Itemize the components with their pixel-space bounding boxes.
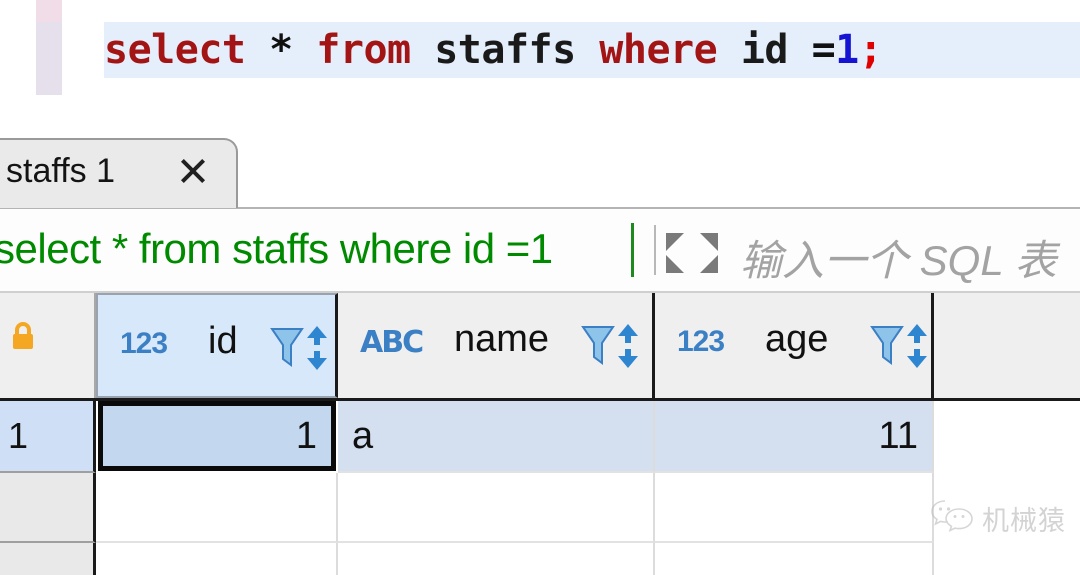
result-tab-strip: staffs 1 bbox=[0, 110, 1080, 220]
result-tab-staffs[interactable]: staffs 1 bbox=[0, 138, 238, 208]
column-header-name[interactable]: ABC name bbox=[338, 293, 655, 398]
cell-id[interactable] bbox=[96, 473, 338, 543]
sql-operator-equals: = bbox=[811, 27, 836, 73]
lock-icon bbox=[10, 321, 36, 351]
sql-table-name: staffs bbox=[434, 27, 576, 73]
cell-name[interactable]: a bbox=[338, 401, 655, 473]
editor-gutter-strip-previous bbox=[36, 0, 62, 22]
filter-query-text[interactable]: select * from staffs where id =1 bbox=[0, 225, 553, 273]
column-header-id[interactable]: 123 id bbox=[96, 293, 338, 398]
sql-filter-bar[interactable]: select * from staffs where id =1 输入一个 SQ… bbox=[0, 209, 1080, 293]
sort-updown-icon[interactable] bbox=[904, 323, 930, 369]
sql-literal-value: 1 bbox=[835, 27, 859, 73]
sql-keyword-where: where bbox=[599, 27, 718, 73]
cell-age[interactable]: 11 bbox=[655, 401, 934, 473]
row-number-header[interactable]: 1 bbox=[0, 401, 96, 473]
editor-line-current[interactable]: select * from staffs where id =1; bbox=[104, 26, 883, 74]
cell-name[interactable] bbox=[338, 473, 655, 543]
column-type-badge-age: 123 bbox=[677, 325, 725, 358]
table-row[interactable] bbox=[0, 473, 1080, 543]
grid-corner-header[interactable] bbox=[0, 293, 96, 398]
sql-keyword-from: from bbox=[316, 27, 411, 73]
close-icon[interactable] bbox=[176, 154, 210, 188]
column-type-badge-id: 123 bbox=[120, 327, 168, 360]
selected-cell-id[interactable]: 1 bbox=[98, 401, 336, 471]
sort-updown-icon[interactable] bbox=[304, 325, 330, 371]
cell-name[interactable] bbox=[338, 543, 655, 575]
filter-funnel-icon[interactable] bbox=[870, 323, 904, 367]
cell-id[interactable] bbox=[96, 543, 338, 575]
sql-editor[interactable]: BEGIN; select * from staffs where id =1; bbox=[0, 0, 1080, 110]
sort-updown-icon[interactable] bbox=[615, 323, 641, 369]
table-row[interactable] bbox=[0, 543, 1080, 575]
table-row[interactable]: 1 1 a 11 1 bbox=[0, 401, 1080, 473]
column-name-name: name bbox=[454, 318, 550, 360]
sql-star: * bbox=[269, 27, 293, 73]
filter-separator bbox=[654, 225, 656, 275]
column-name-id: id bbox=[208, 320, 238, 362]
text-caret bbox=[631, 223, 634, 277]
filter-funnel-icon[interactable] bbox=[581, 323, 615, 367]
sql-column-id: id bbox=[740, 27, 789, 73]
row-number-header[interactable] bbox=[0, 473, 96, 543]
filter-placeholder: 输入一个 SQL 表 bbox=[740, 237, 1057, 284]
grid-header-row: 123 id ABC name 123 age bbox=[0, 293, 1080, 401]
result-tab-label: staffs 1 bbox=[6, 152, 115, 190]
cell-age[interactable] bbox=[655, 473, 934, 543]
column-name-age: age bbox=[765, 318, 829, 360]
sql-keyword-select: select bbox=[104, 27, 246, 73]
column-type-badge-name: ABC bbox=[360, 325, 424, 360]
cell-age[interactable] bbox=[655, 543, 934, 575]
expand-arrows-icon[interactable] bbox=[664, 231, 720, 275]
sql-semicolon: ; bbox=[858, 27, 883, 73]
filter-funnel-icon[interactable] bbox=[270, 325, 304, 369]
result-grid[interactable]: 123 id ABC name 123 age 1 a 11 1 bbox=[0, 293, 1080, 575]
row-number-header[interactable] bbox=[0, 543, 96, 575]
column-header-age[interactable]: 123 age bbox=[655, 293, 934, 398]
